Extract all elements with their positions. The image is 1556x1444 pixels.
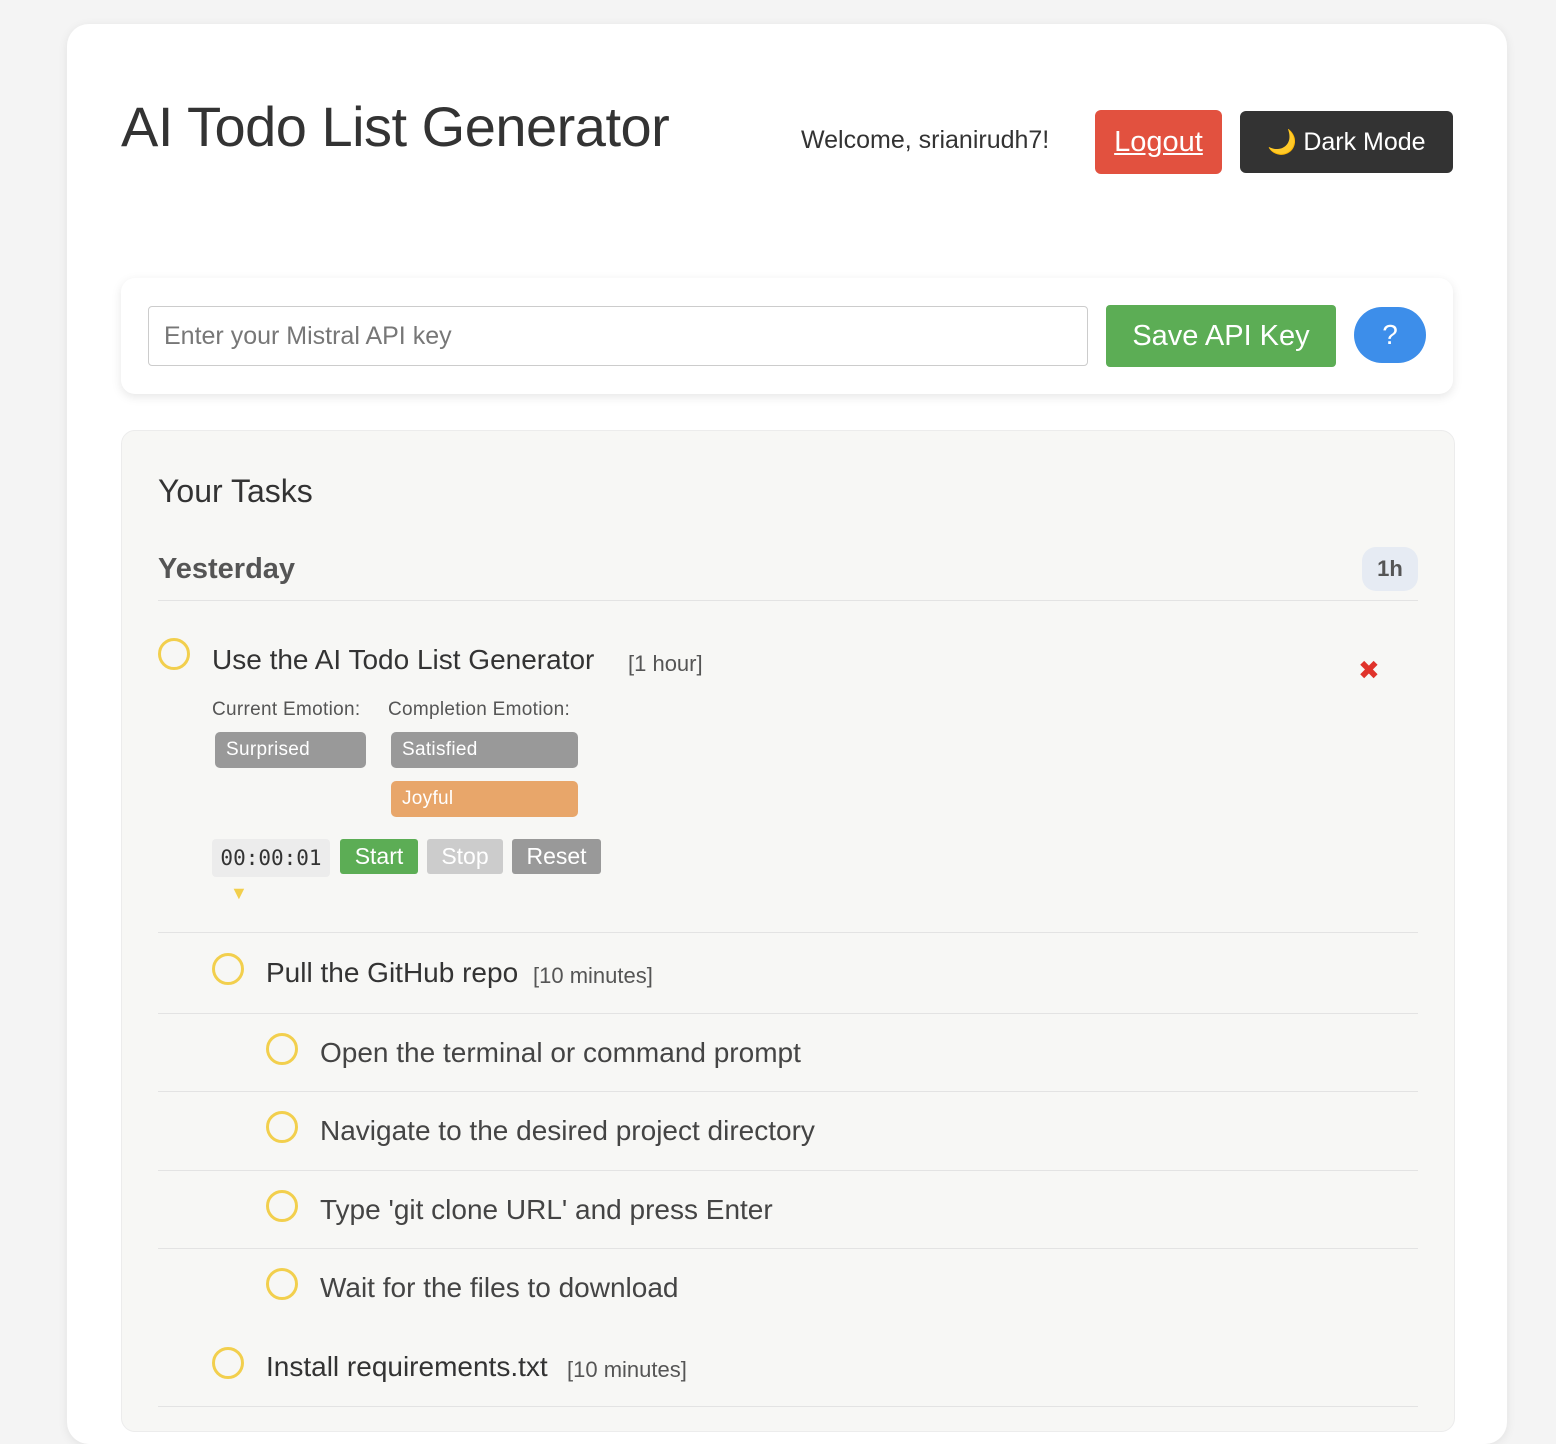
subtask-divider (158, 1013, 1418, 1014)
group-duration-badge: 1h (1362, 547, 1418, 591)
completion-emotion-label: Completion Emotion: (388, 699, 571, 720)
emotion-tag-surprised[interactable]: Surprised (215, 732, 366, 768)
api-key-input[interactable] (148, 306, 1088, 366)
day-group-label: Yesterday (158, 553, 296, 585)
group-divider (158, 600, 1418, 601)
subtask-checkbox[interactable] (212, 953, 244, 985)
tasks-heading: Your Tasks (158, 473, 313, 509)
subtask-divider (158, 1170, 1418, 1171)
dark-mode-button[interactable]: 🌙 Dark Mode (1240, 111, 1453, 173)
delete-task-icon[interactable]: ✖ (1358, 657, 1380, 683)
subtask-checkbox[interactable] (266, 1268, 298, 1300)
subtask-title: Pull the GitHub repo (266, 957, 519, 988)
subtask-duration: [10 minutes] (567, 1357, 687, 1382)
emotion-tag-joyful[interactable]: Joyful (391, 781, 578, 817)
emotion-tag-satisfied[interactable]: Satisfied (391, 732, 578, 768)
subtask-divider (158, 1091, 1418, 1092)
subtask-checkbox[interactable] (266, 1033, 298, 1065)
tasks-panel: Your Tasks Yesterday 1h Use the AI Todo … (121, 430, 1455, 1432)
timer-reset-button[interactable]: Reset (512, 839, 601, 874)
timer-start-button[interactable]: Start (340, 839, 418, 874)
subtask-title: Navigate to the desired project director… (320, 1115, 815, 1146)
subtask-checkbox[interactable] (212, 1347, 244, 1379)
subtask-title: Open the terminal or command prompt (320, 1037, 801, 1068)
page-title: AI Todo List Generator (121, 95, 670, 158)
subtask-duration: [10 minutes] (533, 963, 653, 988)
task-title: Use the AI Todo List Generator (212, 644, 595, 675)
save-api-key-button[interactable]: Save API Key (1106, 305, 1336, 367)
welcome-text: Welcome, srianirudh7! (801, 126, 1050, 154)
expand-caret-icon[interactable]: ▼ (230, 883, 248, 904)
subtask-divider (158, 1248, 1418, 1249)
subtask-checkbox[interactable] (266, 1111, 298, 1143)
current-emotion-label: Current Emotion: (212, 699, 361, 720)
logout-button[interactable]: Logout (1095, 110, 1222, 174)
subtask-title: Type 'git clone URL' and press Enter (320, 1194, 773, 1225)
task-complete-checkbox[interactable] (158, 638, 190, 670)
timer-stop-button[interactable]: Stop (427, 839, 503, 874)
help-button[interactable]: ? (1354, 307, 1426, 363)
subtask-divider (158, 1406, 1418, 1407)
api-key-section: Save API Key ? (121, 278, 1453, 394)
task-divider (158, 932, 1418, 933)
task-duration: [1 hour] (628, 651, 703, 676)
dark-mode-label: Dark Mode (1303, 127, 1426, 156)
task-timer: 00:00:01 (212, 839, 330, 877)
subtask-checkbox[interactable] (266, 1190, 298, 1222)
subtask-title: Install requirements.txt (266, 1351, 548, 1382)
moon-icon: 🌙 (1267, 128, 1298, 156)
subtask-title: Wait for the files to download (320, 1272, 679, 1303)
